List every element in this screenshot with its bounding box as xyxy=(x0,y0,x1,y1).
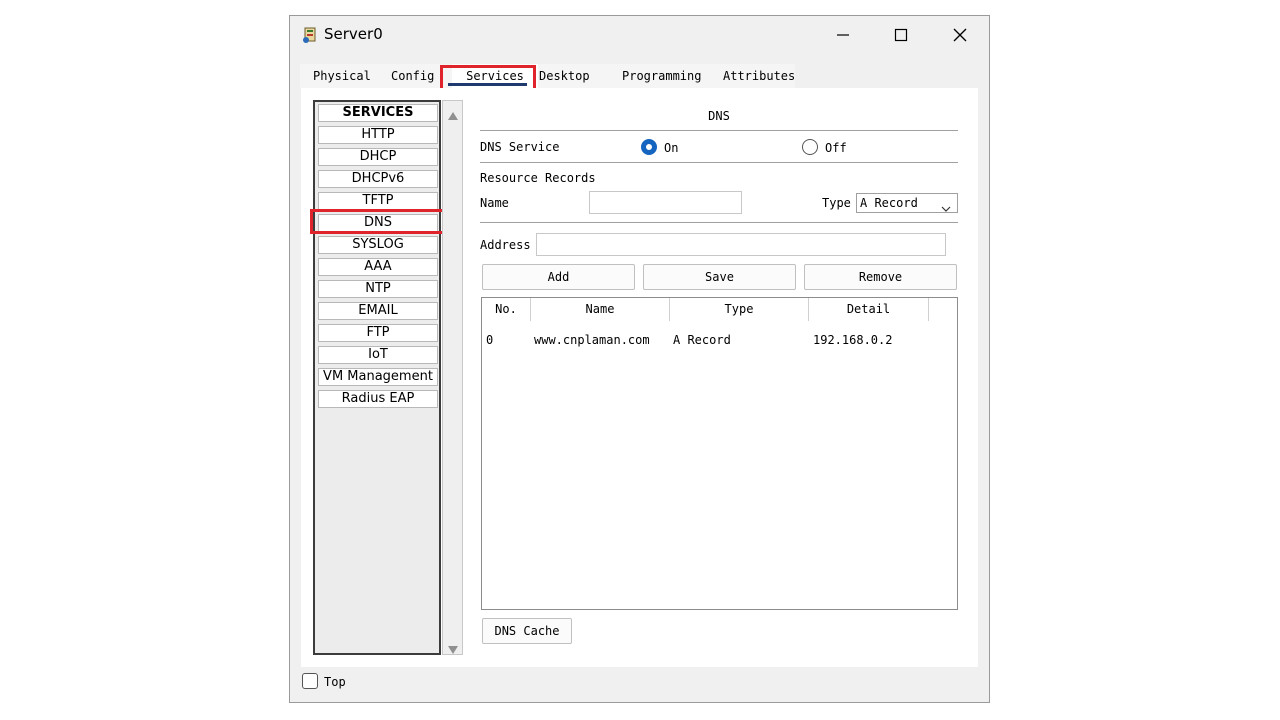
divider xyxy=(480,222,958,223)
top-label: Top xyxy=(324,675,346,689)
services-scrollbar[interactable] xyxy=(442,100,463,655)
service-dhcp[interactable]: DHCP xyxy=(318,148,438,166)
type-select[interactable]: A Record xyxy=(856,193,958,213)
top-checkbox[interactable] xyxy=(302,673,318,689)
dns-off-radio[interactable] xyxy=(802,139,818,155)
close-icon xyxy=(953,28,967,42)
tab-bar: Physical Config Services Desktop Program… xyxy=(300,64,795,88)
name-input[interactable] xyxy=(589,191,742,214)
service-radius-eap[interactable]: Radius EAP xyxy=(318,390,438,408)
save-button[interactable]: Save xyxy=(643,264,796,290)
minimize-button[interactable] xyxy=(820,20,866,50)
service-syslog[interactable]: SYSLOG xyxy=(318,236,438,254)
title-bar: Server0 xyxy=(290,16,989,54)
column-header-type[interactable]: Type xyxy=(670,298,809,321)
row-detail: 192.168.0.2 xyxy=(813,333,893,347)
scroll-down-icon[interactable] xyxy=(448,641,458,659)
service-vm-management[interactable]: VM Management xyxy=(318,368,438,386)
column-header-no[interactable]: No. xyxy=(482,298,531,321)
name-label: Name xyxy=(480,196,509,210)
resource-records-label: Resource Records xyxy=(480,171,596,185)
service-tftp[interactable]: TFTP xyxy=(318,192,438,210)
tab-programming[interactable]: Programming xyxy=(610,64,710,88)
row-type: A Record xyxy=(673,333,731,347)
app-icon xyxy=(302,26,320,44)
service-dns-highlight-box xyxy=(310,209,445,234)
divider xyxy=(480,162,958,163)
column-header-detail[interactable]: Detail xyxy=(809,298,929,321)
dns-on-label: On xyxy=(664,141,679,155)
dns-title: DNS xyxy=(708,109,730,123)
maximize-icon xyxy=(894,28,908,42)
maximize-button[interactable] xyxy=(878,20,924,50)
address-label: Address xyxy=(480,238,531,252)
services-list: SERVICES HTTP DHCP DHCPv6 TFTP DNS SYSLO… xyxy=(313,100,441,655)
service-http[interactable]: HTTP xyxy=(318,126,438,144)
divider xyxy=(480,130,958,131)
dns-off-label: Off xyxy=(825,141,847,155)
service-iot[interactable]: IoT xyxy=(318,346,438,364)
service-email[interactable]: EMAIL xyxy=(318,302,438,320)
service-aaa[interactable]: AAA xyxy=(318,258,438,276)
service-ntp[interactable]: NTP xyxy=(318,280,438,298)
services-header: SERVICES xyxy=(318,104,438,122)
dns-service-label: DNS Service xyxy=(480,140,560,154)
row-name: www.cnplaman.com xyxy=(534,333,650,347)
close-button[interactable] xyxy=(937,20,983,50)
tab-desktop[interactable]: Desktop xyxy=(538,64,611,88)
server-window: Server0 Physical Config Services Desktop… xyxy=(289,15,990,703)
type-label: Type xyxy=(822,196,851,210)
dns-on-radio[interactable] xyxy=(641,139,657,155)
add-button[interactable]: Add xyxy=(482,264,635,290)
remove-button[interactable]: Remove xyxy=(804,264,957,290)
column-header-name[interactable]: Name xyxy=(531,298,670,321)
row-no: 0 xyxy=(486,333,494,347)
chevron-down-icon xyxy=(941,200,951,218)
records-table: No. Name Type Detail 0 www.cnplaman.com … xyxy=(481,297,958,610)
service-ftp[interactable]: FTP xyxy=(318,324,438,342)
dns-cache-button[interactable]: DNS Cache xyxy=(482,618,572,644)
minimize-icon xyxy=(836,28,850,42)
type-select-value: A Record xyxy=(860,196,918,210)
service-dhcpv6[interactable]: DHCPv6 xyxy=(318,170,438,188)
tab-attributes[interactable]: Attributes xyxy=(710,64,795,88)
window-title: Server0 xyxy=(324,25,383,43)
address-input[interactable] xyxy=(536,233,946,256)
scroll-up-icon[interactable] xyxy=(448,107,458,125)
